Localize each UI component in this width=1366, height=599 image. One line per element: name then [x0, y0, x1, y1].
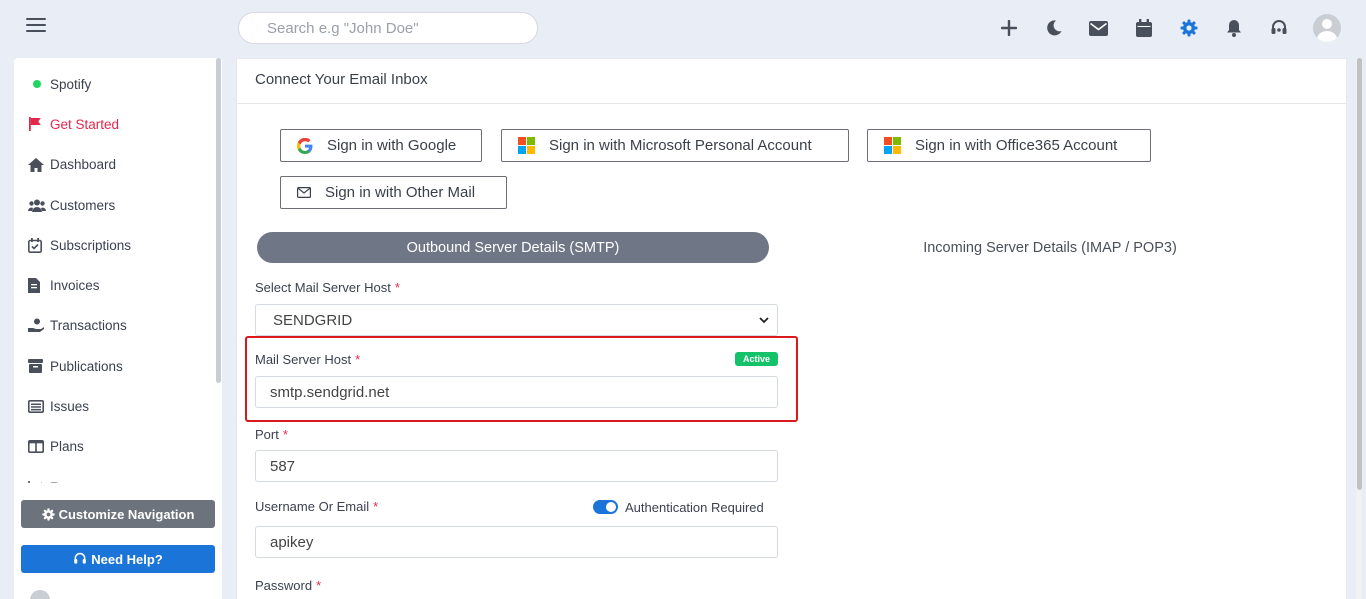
headset-icon[interactable]	[1256, 12, 1301, 44]
users-icon	[28, 199, 50, 212]
moon-icon[interactable]	[1031, 12, 1076, 44]
username-label-text: Username Or Email	[255, 499, 370, 514]
sidebar-scrollbar[interactable]	[216, 58, 221, 383]
plus-icon[interactable]	[986, 12, 1031, 44]
flag-icon	[28, 117, 50, 132]
sidebar-footer: Customize Navigation Need Help?	[14, 483, 222, 599]
sidebar-item-label: Publications	[50, 358, 123, 374]
sidebar-item-label: Issues	[50, 399, 90, 415]
sign-in-microsoft-label: Sign in with Microsoft Personal Account	[549, 137, 812, 154]
password-label: Password *	[255, 578, 321, 593]
top-bar	[0, 0, 1366, 58]
gear-icon	[41, 507, 55, 521]
avatar	[1312, 14, 1341, 42]
sidebar-item-invoices[interactable]: Invoices	[14, 265, 214, 305]
gear-icon[interactable]	[1166, 12, 1211, 44]
authentication-required-label: Authentication Required	[625, 500, 764, 515]
search-input[interactable]	[238, 12, 538, 44]
sidebar-item-label: Transactions	[50, 318, 127, 334]
sidebar-item-get-started[interactable]: Get Started	[14, 104, 214, 144]
hand-coin-icon	[28, 318, 50, 333]
page-title: Connect Your Email Inbox	[237, 59, 1346, 104]
chevron-down-icon	[759, 316, 769, 323]
customize-navigation-button[interactable]: Customize Navigation	[21, 500, 215, 528]
required-marker: *	[373, 499, 379, 514]
sidebar-item-plans[interactable]: Plans	[14, 427, 214, 467]
sidebar-nav: Spotify Get Started Dashboard Customers …	[14, 64, 214, 507]
avatar-button[interactable]	[1301, 12, 1346, 44]
sidebar-item-subscriptions[interactable]: Subscriptions	[14, 225, 214, 265]
sidebar-item-publications[interactable]: Publications	[14, 346, 214, 386]
required-marker: *	[394, 280, 400, 295]
archive-icon	[28, 359, 50, 374]
mail-server-host-select[interactable]: SENDGRID	[255, 304, 778, 336]
sign-in-other-mail-button[interactable]: Sign in with Other Mail	[280, 176, 507, 209]
customize-navigation-label: Customize Navigation	[58, 506, 195, 522]
sidebar-item-label: Invoices	[50, 278, 100, 294]
password-label-text: Password	[255, 578, 313, 593]
sidebar-item-label: Get Started	[50, 116, 120, 132]
calendar-icon[interactable]	[1121, 12, 1166, 44]
host-label-text: Mail Server Host	[255, 352, 352, 367]
envelope-icon[interactable]	[1076, 12, 1121, 44]
tab-imap[interactable]: Incoming Server Details (IMAP / POP3)	[800, 232, 1300, 263]
google-icon	[297, 137, 313, 154]
authentication-required-toggle[interactable]	[593, 500, 618, 514]
sign-in-google-button[interactable]: Sign in with Google	[280, 129, 482, 162]
page-scrollbar[interactable]	[1357, 58, 1362, 490]
hamburger-menu-icon[interactable]	[26, 18, 46, 34]
sidebar-item-label: Subscriptions	[50, 237, 132, 253]
status-badge: Active	[735, 352, 778, 366]
sidebar-item-label: Spotify	[50, 76, 92, 92]
bell-icon[interactable]	[1211, 12, 1256, 44]
sidebar-item-spotify[interactable]: Spotify	[14, 64, 214, 104]
port-label: Port *	[255, 427, 288, 442]
mail-server-host-input[interactable]: smtp.sendgrid.net	[255, 376, 778, 408]
port-label-text: Port	[255, 427, 279, 442]
sidebar-item-label: Customers	[50, 197, 116, 213]
need-help-label: Need Help?	[91, 551, 163, 567]
sidebar-item-label: Plans	[50, 439, 84, 455]
username-input[interactable]: apikey	[255, 526, 778, 558]
username-label: Username Or Email *	[255, 499, 378, 514]
select-host-label: Select Mail Server Host *	[255, 280, 400, 295]
sidebar-item-dashboard[interactable]: Dashboard	[14, 145, 214, 185]
sidebar-item-issues[interactable]: Issues	[14, 386, 214, 426]
sign-in-google-label: Sign in with Google	[327, 137, 457, 154]
headset-icon	[74, 552, 87, 564]
home-icon	[28, 157, 50, 172]
file-invoice-icon	[28, 278, 50, 294]
envelope-icon	[297, 187, 311, 198]
microsoft-icon	[518, 137, 535, 154]
sidebar-item-transactions[interactable]: Transactions	[14, 306, 214, 346]
tab-smtp[interactable]: Outbound Server Details (SMTP)	[257, 232, 769, 263]
need-help-button[interactable]: Need Help?	[21, 545, 215, 573]
host-label: Mail Server Host *	[255, 352, 360, 367]
microsoft-icon	[884, 137, 901, 154]
list-icon	[28, 400, 50, 414]
mail-server-host-select-value: SENDGRID	[273, 311, 353, 329]
columns-icon	[28, 440, 50, 454]
sidebar: Spotify Get Started Dashboard Customers …	[14, 58, 222, 599]
user-avatar[interactable]	[30, 590, 50, 599]
select-host-label-text: Select Mail Server Host	[255, 280, 391, 295]
required-marker: *	[316, 578, 322, 593]
sidebar-item-customers[interactable]: Customers	[14, 185, 214, 225]
sign-in-office365-label: Sign in with Office365 Account	[915, 137, 1118, 154]
sign-in-office365-button[interactable]: Sign in with Office365 Account	[867, 129, 1151, 162]
status-dot-icon	[33, 80, 41, 89]
sign-in-microsoft-button[interactable]: Sign in with Microsoft Personal Account	[501, 129, 849, 162]
calendar-check-icon	[28, 237, 50, 253]
port-input[interactable]: 587	[255, 450, 778, 482]
required-marker: *	[282, 427, 288, 442]
sidebar-item-label: Dashboard	[50, 157, 117, 173]
required-marker: *	[355, 352, 361, 367]
sign-in-other-mail-label: Sign in with Other Mail	[325, 184, 476, 201]
top-icons	[986, 12, 1346, 44]
